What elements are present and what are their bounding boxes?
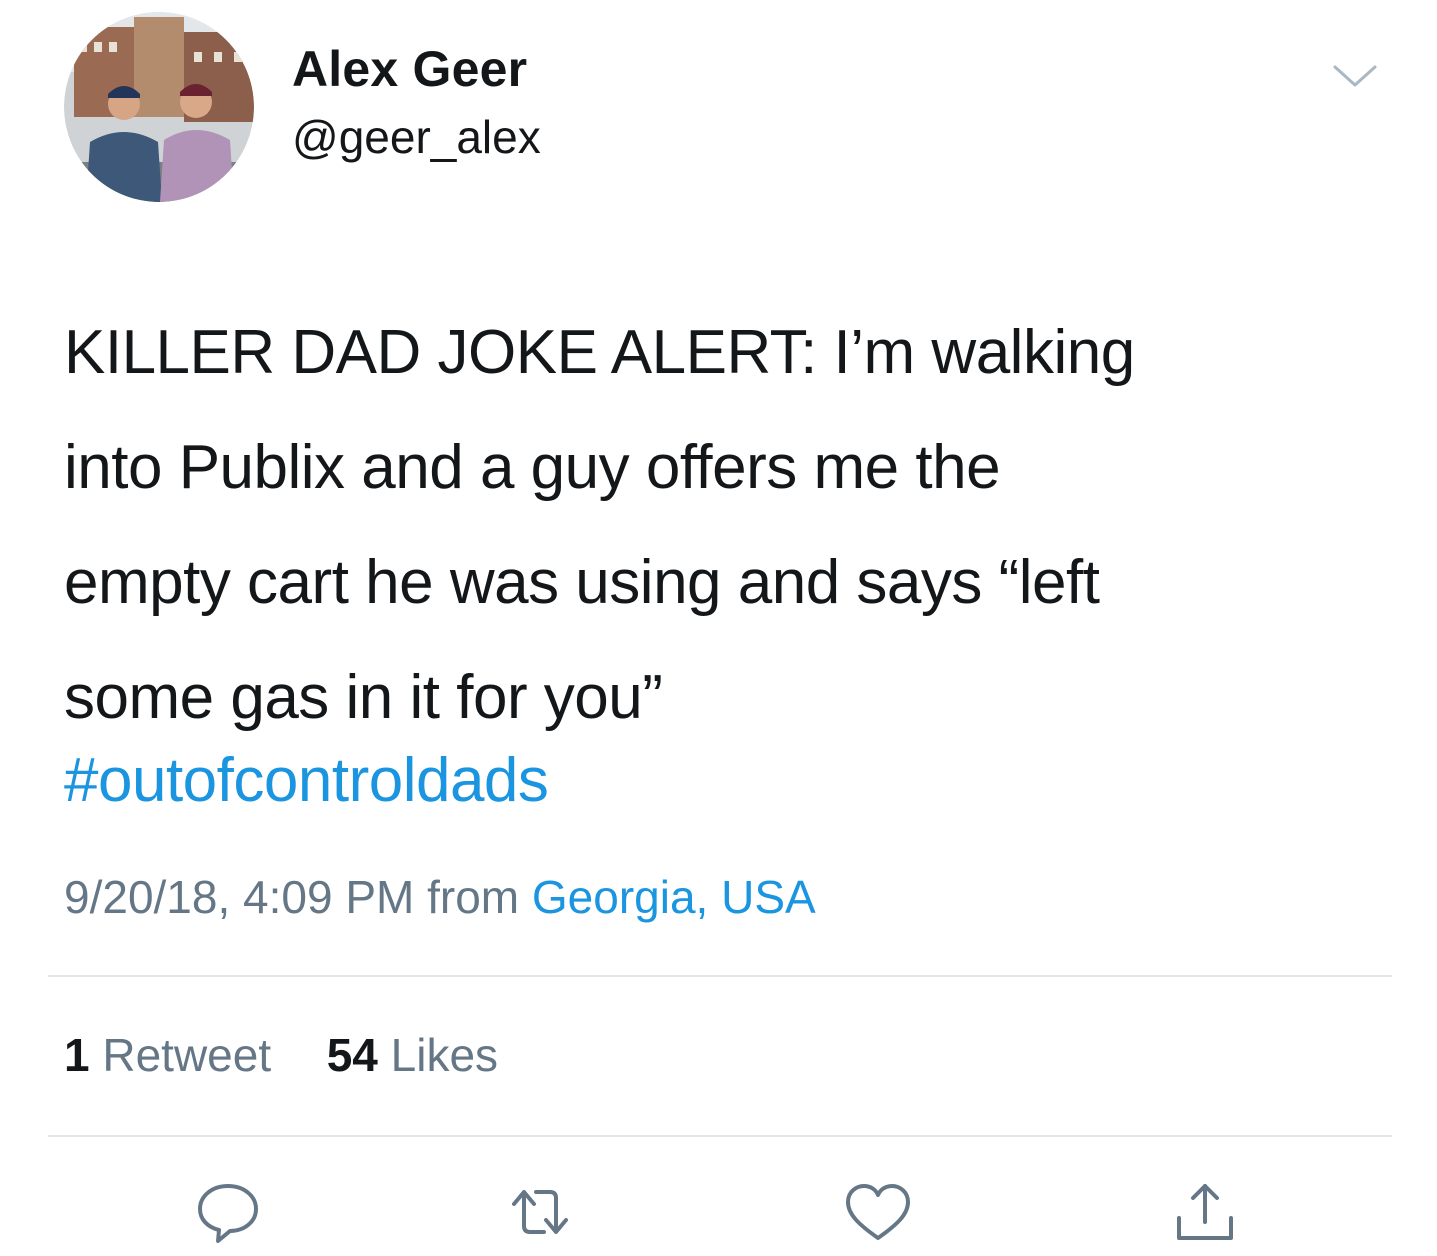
tweet-detail: Alex Geer @geer_alex KILLER DAD JOKE ALE…	[0, 0, 1437, 1256]
share-icon	[1177, 1184, 1233, 1240]
avatar-photo	[64, 12, 254, 202]
author-handle[interactable]: @geer_alex	[292, 110, 541, 164]
hashtag-link[interactable]: #outofcontroldads	[64, 745, 549, 816]
like-button[interactable]	[838, 1178, 918, 1248]
reply-icon	[198, 1184, 258, 1243]
retweet-label: Retweet	[102, 1029, 272, 1081]
like-label: Likes	[390, 1029, 499, 1081]
reply-button[interactable]	[188, 1178, 268, 1248]
location-link[interactable]: Georgia, USA	[532, 871, 816, 923]
likes-stat[interactable]: 54 Likes	[327, 1029, 498, 1081]
tweet-text-line: into Publix and a guy offers me the	[64, 433, 1001, 502]
author-display-name[interactable]: Alex Geer	[292, 40, 527, 98]
divider	[48, 1135, 1392, 1137]
heart-icon	[846, 1184, 910, 1240]
tweet-text-line: KILLER DAD JOKE ALERT: I’m walking	[64, 318, 1135, 387]
share-button[interactable]	[1165, 1178, 1245, 1248]
timestamp-row: 9/20/18, 4:09 PM from Georgia, USA	[64, 870, 816, 924]
like-count: 54	[326, 1029, 378, 1081]
avatar[interactable]	[64, 12, 254, 202]
retweet-icon	[512, 1190, 568, 1234]
tweet-text: KILLER DAD JOKE ALERT: I’m walking into …	[64, 295, 1404, 755]
retweet-button[interactable]	[500, 1178, 580, 1248]
timestamp: 9/20/18, 4:09 PM from	[64, 871, 532, 923]
engagement-stats: 1 Retweet 54 Likes	[64, 1028, 498, 1082]
divider	[48, 975, 1392, 977]
retweet-count: 1	[64, 1029, 90, 1081]
chevron-down-icon[interactable]	[1325, 55, 1385, 95]
retweet-stat[interactable]: 1 Retweet	[64, 1029, 284, 1081]
tweet-text-line: empty cart he was using and says “left	[64, 548, 1100, 617]
tweet-text-line: some gas in it for you”	[64, 663, 663, 732]
